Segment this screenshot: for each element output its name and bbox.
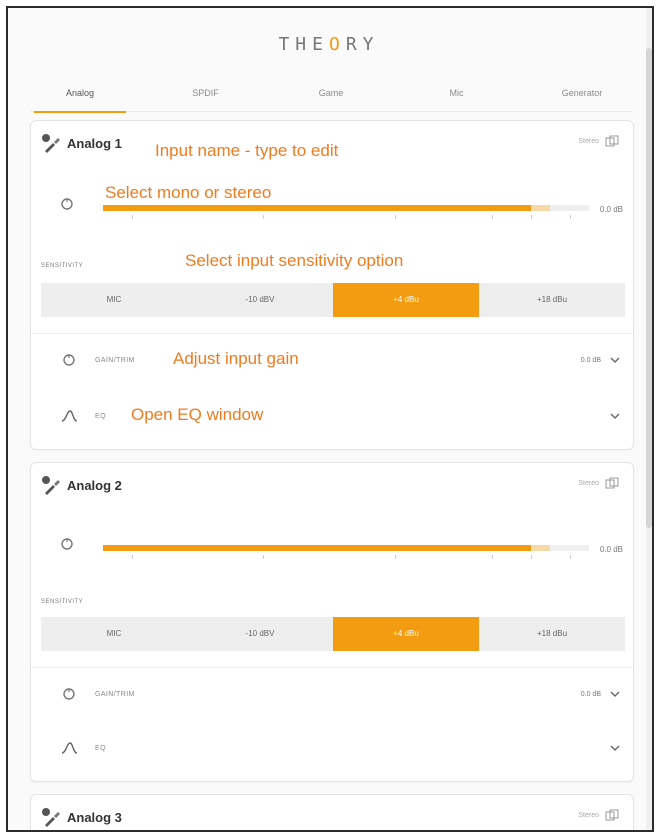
annotation-gain: Adjust input gain	[173, 349, 299, 368]
link-label: Stereo	[578, 479, 599, 487]
input-jack-icon	[42, 808, 60, 827]
sensitivity-option-mic[interactable]: MIC	[41, 283, 187, 317]
tab-mic[interactable]: Mic	[407, 80, 507, 112]
mono-stereo-button[interactable]	[53, 537, 81, 565]
gain-value: 0.0 dB	[580, 356, 601, 364]
eq-label: EQ	[95, 744, 106, 752]
meter-peak	[530, 205, 551, 211]
annotation-input-name: Input name - type to edit	[155, 141, 339, 160]
meter-tick	[263, 215, 265, 219]
meter-tick	[530, 555, 532, 559]
input-card-analog-2: Analog 2 Stereo 0.0 dB SENSITIVITY MIC -…	[30, 462, 634, 782]
sensitivity-label: SENSITIVITY	[41, 263, 84, 269]
input-name[interactable]: Analog 2	[67, 478, 122, 493]
eq-curve-icon	[61, 742, 78, 754]
input-card-analog-3: Analog 3 Stereo	[30, 794, 634, 830]
sensitivity-option-mic[interactable]: MIC	[41, 617, 187, 651]
gain-row[interactable]: GAIN/TRIM 0.0 dB	[61, 349, 621, 371]
link-label: Stereo	[578, 811, 599, 819]
input-jack-icon	[42, 134, 60, 153]
meter-tick	[569, 215, 571, 219]
gain-row[interactable]: GAIN/TRIM 0.0 dB	[61, 683, 621, 705]
tab-bar: Analog SPDIF Game Mic Generator	[30, 80, 632, 113]
chevron-down-icon[interactable]	[609, 411, 621, 421]
tab-generator[interactable]: Generator	[532, 80, 632, 112]
card-header: Analog 2	[41, 473, 122, 497]
meter-fill	[103, 205, 531, 211]
gain-label: GAIN/TRIM	[95, 690, 135, 698]
tab-analog[interactable]: Analog	[30, 80, 130, 113]
meter-ticks	[103, 555, 589, 563]
stereo-link-toggle[interactable]: Stereo	[578, 135, 619, 147]
link-icon	[605, 135, 619, 147]
stereo-link-toggle[interactable]: Stereo	[578, 477, 619, 489]
link-icon	[605, 809, 619, 821]
sensitivity-option-18dbu[interactable]: +18 dBu	[479, 283, 625, 317]
gain-knob-icon	[63, 354, 75, 366]
meter-tick	[530, 215, 532, 219]
input-jack-icon	[42, 476, 60, 495]
level-meter	[103, 545, 589, 565]
input-name[interactable]: Analog 3	[67, 810, 122, 825]
meter-value: 0.0 dB	[599, 205, 623, 214]
meter-tick	[491, 215, 493, 219]
meter-tick	[263, 555, 265, 559]
tab-game[interactable]: Game	[281, 80, 381, 112]
link-icon	[605, 477, 619, 489]
level-meter	[103, 205, 589, 225]
input-name[interactable]: Analog 1	[67, 136, 122, 151]
sensitivity-selector: MIC -10 dBV +4 dBu +18 dBu	[41, 617, 625, 651]
sensitivity-label: SENSITIVITY	[41, 599, 84, 605]
eq-row[interactable]: EQ	[61, 737, 621, 759]
chevron-down-icon[interactable]	[609, 743, 621, 753]
eq-label: EQ	[95, 412, 106, 420]
sensitivity-selector: MIC -10 dBV +4 dBu +18 dBu	[41, 283, 625, 317]
app-logo: THEORY	[278, 34, 380, 55]
meter-ticks	[103, 215, 589, 223]
logo-accent: O	[328, 34, 346, 55]
gain-label: GAIN/TRIM	[95, 356, 135, 364]
annotation-mono-stereo: Select mono or stereo	[105, 183, 272, 202]
meter-value: 0.0 dB	[599, 545, 623, 554]
input-card-analog-1: Analog 1 Input name - type to edit Stere…	[30, 120, 634, 450]
meter-tick	[491, 555, 493, 559]
gain-knob-icon	[63, 688, 75, 700]
sensitivity-option-18dbu[interactable]: +18 dBu	[479, 617, 625, 651]
sensitivity-option-10dbv[interactable]: -10 dBV	[187, 283, 333, 317]
mono-stereo-button[interactable]	[53, 197, 81, 225]
eq-curve-icon	[61, 410, 78, 422]
card-header: Analog 1	[41, 131, 122, 155]
meter-tick	[132, 555, 134, 559]
annotation-eq: Open EQ window	[131, 405, 264, 424]
app-window: THEORY Analog SPDIF Game Mic Generator A…	[6, 6, 654, 832]
mono-stereo-icon	[61, 198, 73, 210]
sensitivity-option-4dbu[interactable]: +4 dBu	[333, 283, 479, 317]
sensitivity-option-10dbv[interactable]: -10 dBV	[187, 617, 333, 651]
meter-peak	[530, 545, 551, 551]
link-label: Stereo	[578, 137, 599, 145]
divider	[31, 333, 633, 334]
meter-tick	[394, 555, 396, 559]
meter-tick	[569, 555, 571, 559]
meter-fill	[103, 545, 531, 551]
chevron-down-icon[interactable]	[609, 689, 621, 699]
scrollbar[interactable]	[646, 8, 652, 830]
mono-stereo-icon	[61, 538, 73, 550]
sensitivity-option-4dbu[interactable]: +4 dBu	[333, 617, 479, 651]
scrollbar-thumb[interactable]	[646, 48, 652, 528]
chevron-down-icon[interactable]	[609, 355, 621, 365]
card-header: Analog 3	[41, 805, 122, 829]
divider	[31, 667, 633, 668]
meter-tick	[394, 215, 396, 219]
tab-spdif[interactable]: SPDIF	[156, 80, 256, 112]
gain-value: 0.0 dB	[580, 690, 601, 698]
meter-tick	[132, 215, 134, 219]
annotation-sensitivity: Select input sensitivity option	[185, 251, 404, 270]
stereo-link-toggle[interactable]: Stereo	[578, 809, 619, 821]
